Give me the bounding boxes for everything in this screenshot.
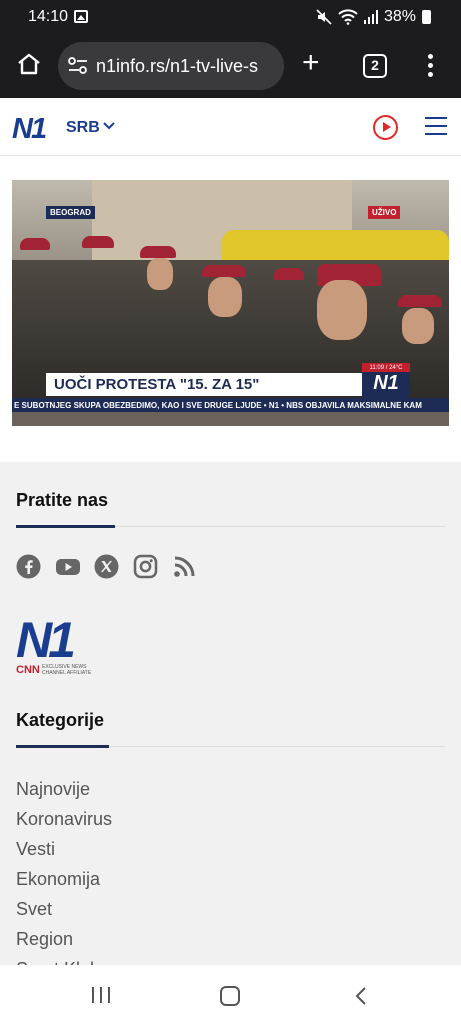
- site-footer: Pratite nas N1 CNN EXCLUSIVE NEWS CHANNE…: [0, 462, 461, 979]
- video-frame-figure: [402, 308, 434, 344]
- back-button[interactable]: [354, 986, 368, 1006]
- address-bar[interactable]: n1info.rs/n1-tv-live-s: [58, 42, 284, 90]
- hamburger-menu-icon[interactable]: [425, 117, 447, 141]
- battery-percent: 38%: [383, 8, 416, 25]
- wifi-icon: [338, 9, 358, 25]
- mute-icon: [316, 9, 332, 25]
- home-icon[interactable]: [16, 52, 42, 76]
- live-video-player[interactable]: BEOGRAD UŽIVO UOČI PROTESTA "15. ZA 15" …: [12, 180, 449, 426]
- status-icons: 38%: [316, 8, 431, 26]
- video-frame-figure: [147, 258, 173, 290]
- affiliate-text: EXCLUSIVE NEWS CHANNEL AFFILIATE: [42, 664, 92, 676]
- video-frame-figure: [208, 277, 242, 317]
- more-menu-icon[interactable]: [428, 54, 434, 81]
- social-links: [16, 554, 197, 579]
- system-nav-bar: [0, 965, 461, 1024]
- instagram-icon[interactable]: [133, 554, 158, 579]
- category-link[interactable]: Ekonomija: [16, 869, 100, 890]
- video-headline: UOČI PROTESTA "15. ZA 15": [46, 373, 396, 396]
- battery-icon: [422, 10, 431, 24]
- news-ticker: E SUBOTNJEG SKUPA OBEZBEDIMO, KAO I SVE …: [12, 398, 449, 412]
- url-text[interactable]: n1info.rs/n1-tv-live-s: [96, 56, 278, 77]
- site-logo[interactable]: N1: [12, 113, 47, 146]
- heading-underline: [16, 525, 115, 528]
- heading-underline: [16, 745, 109, 748]
- video-frame-figure: [82, 236, 114, 248]
- region-selector[interactable]: SRB: [66, 119, 100, 137]
- chevron-down-icon[interactable]: [102, 118, 116, 132]
- home-button[interactable]: [220, 986, 240, 1006]
- video-frame-figure: [140, 246, 176, 258]
- new-tab-button[interactable]: +: [302, 48, 320, 78]
- video-frame-figure: [317, 280, 367, 340]
- facebook-icon[interactable]: [16, 554, 41, 579]
- signal-icon: [363, 10, 378, 24]
- gallery-notification-icon: [74, 10, 88, 23]
- site-header: N1 SRB: [0, 98, 461, 156]
- status-bar: 14:10 38%: [0, 0, 461, 34]
- rss-icon[interactable]: [172, 554, 197, 579]
- category-link[interactable]: Koronavirus: [16, 809, 112, 830]
- video-frame-figure: [274, 268, 304, 280]
- category-link[interactable]: Region: [16, 929, 73, 950]
- tab-switcher-button[interactable]: 2: [363, 54, 387, 78]
- location-tag: BEOGRAD: [46, 206, 95, 219]
- categories-heading: Kategorije: [16, 710, 105, 730]
- clock-time: 14:10: [28, 8, 69, 25]
- x-icon[interactable]: [94, 554, 119, 579]
- main-content: BEOGRAD UŽIVO UOČI PROTESTA "15. ZA 15" …: [0, 156, 461, 462]
- live-tag: UŽIVO: [368, 206, 401, 219]
- follow-us-heading: Pratite nas: [16, 490, 109, 510]
- category-link[interactable]: Svet: [16, 899, 52, 920]
- cnn-logo: CNN: [16, 664, 40, 676]
- browser-toolbar: n1info.rs/n1-tv-live-s + 2: [0, 34, 461, 98]
- footer-brand-logo: N1 CNN EXCLUSIVE NEWS CHANNEL AFFILIATE: [16, 612, 91, 676]
- category-link[interactable]: Najnovije: [16, 779, 90, 800]
- live-play-button[interactable]: [373, 115, 398, 140]
- youtube-icon[interactable]: [55, 554, 80, 579]
- category-link[interactable]: Vesti: [16, 839, 55, 860]
- recent-apps-button[interactable]: [92, 987, 112, 1003]
- video-frame-figure: [202, 265, 246, 277]
- footer-logo-n1: N1: [16, 612, 76, 668]
- site-settings-icon[interactable]: [68, 57, 88, 75]
- video-frame-figure: [20, 238, 50, 250]
- video-frame-figure: [398, 295, 442, 307]
